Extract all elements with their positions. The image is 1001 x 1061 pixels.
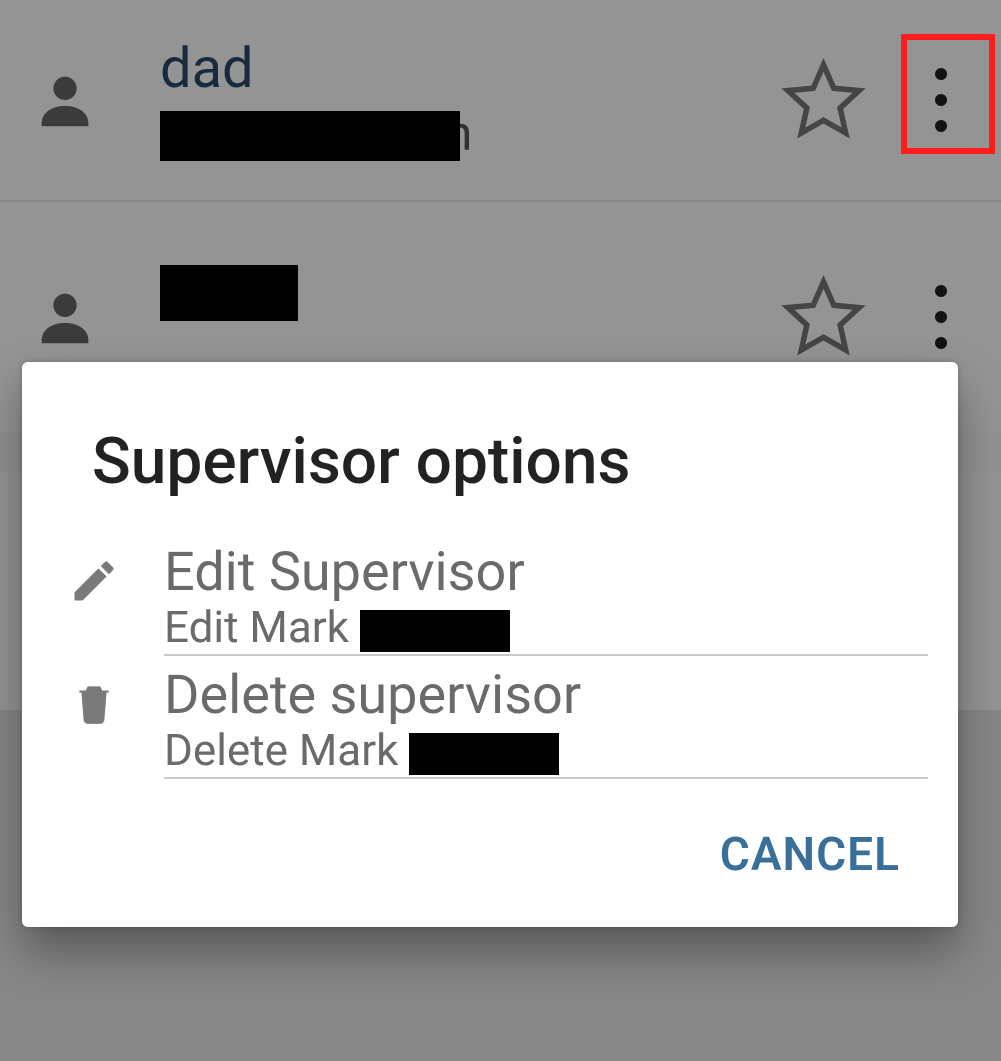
star-icon[interactable]	[776, 53, 876, 148]
option-body: Edit Supervisor Edit Mark	[164, 537, 928, 656]
option-sub-lead: Edit Mark	[164, 601, 360, 653]
option-title: Edit Supervisor	[164, 537, 928, 602]
contact-name: xxxn	[160, 263, 776, 325]
cancel-button[interactable]: CANCEL	[714, 827, 906, 883]
option-body: Delete supervisor Delete Mark	[164, 660, 928, 779]
contact-detail: xxxxxxxxxxxxn	[160, 105, 776, 162]
contact-text: dad xxxxxxxxxxxxn	[100, 38, 776, 163]
contact-name: dad	[160, 38, 776, 100]
redaction-bar	[409, 733, 559, 775]
option-subtitle: Edit Mark	[164, 604, 928, 651]
more-button[interactable]	[896, 30, 986, 170]
option-subtitle: Delete Mark	[164, 727, 928, 774]
person-icon	[30, 65, 100, 135]
edit-supervisor-option[interactable]: Edit Supervisor Edit Mark	[22, 533, 958, 656]
contact-row[interactable]: dad xxxxxxxxxxxxn	[0, 0, 1001, 200]
pencil-icon	[64, 537, 124, 607]
option-title: Delete supervisor	[164, 660, 928, 725]
trash-icon	[64, 660, 124, 728]
star-icon[interactable]	[776, 270, 876, 365]
option-sub-lead: Delete Mark	[164, 724, 409, 776]
redaction-bar	[160, 265, 298, 321]
dialog-title: Supervisor options	[22, 362, 958, 533]
delete-supervisor-option[interactable]: Delete supervisor Delete Mark	[22, 656, 958, 779]
supervisor-options-dialog: Supervisor options Edit Supervisor Edit …	[22, 362, 958, 927]
person-icon	[30, 282, 100, 352]
contact-text: xxxn	[100, 263, 776, 371]
redaction-bar	[160, 111, 460, 161]
redaction-bar	[360, 610, 510, 652]
dialog-actions: CANCEL	[22, 779, 958, 927]
